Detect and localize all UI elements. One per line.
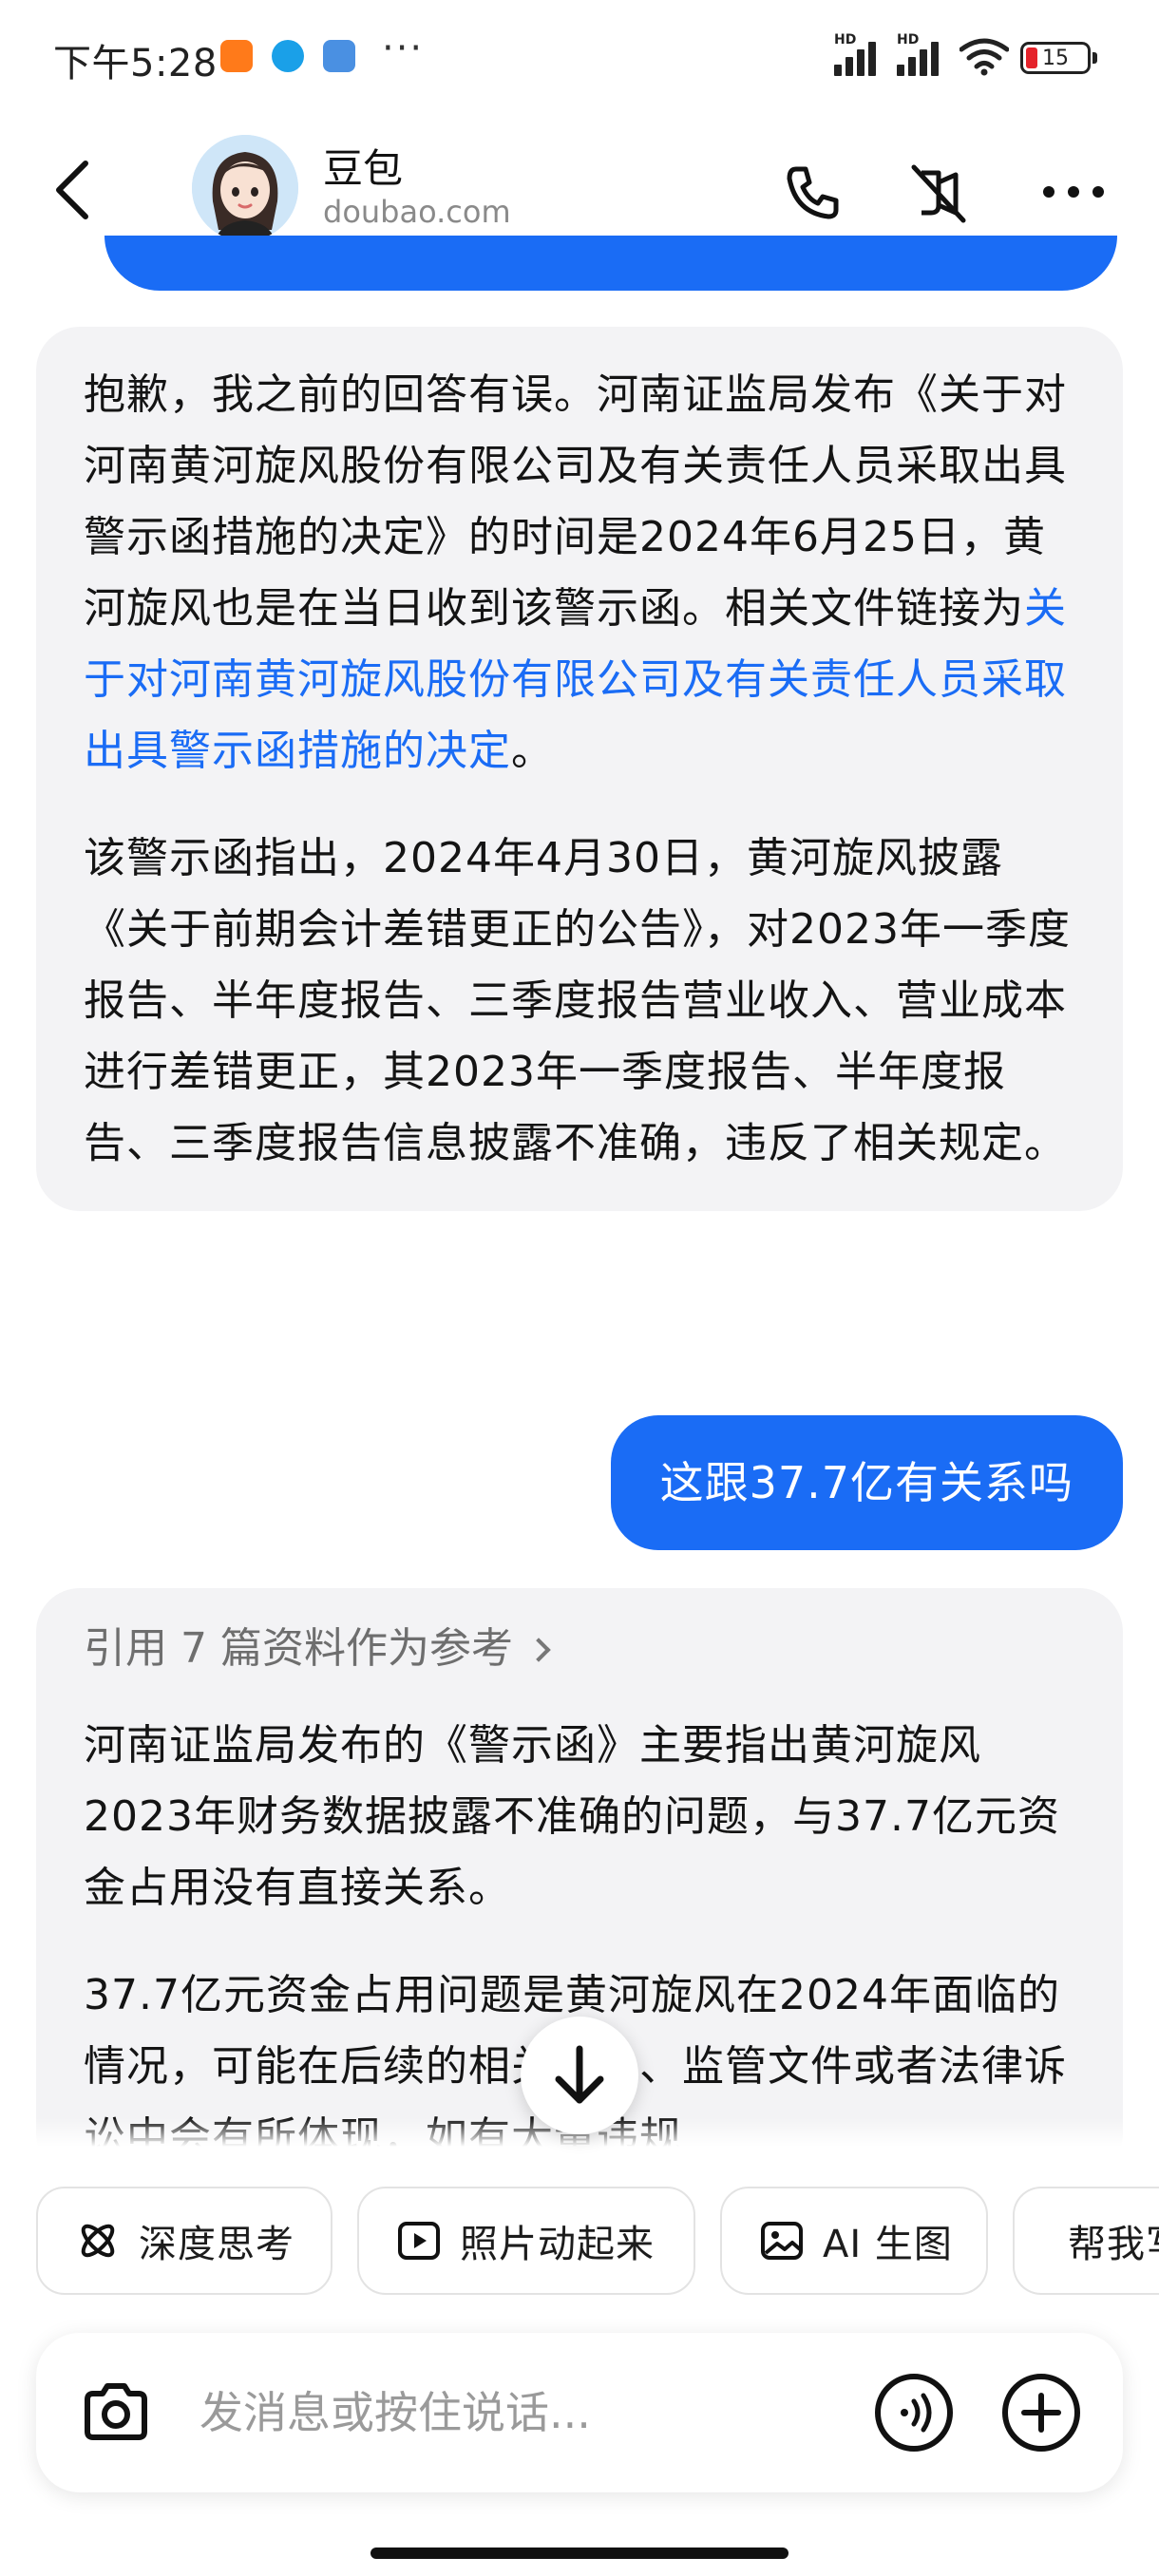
bot-domain: doubao.com: [323, 194, 511, 230]
user-message-bubble: 这跟37.7亿有关系吗: [610, 1415, 1123, 1550]
atom-icon: [81, 2224, 115, 2258]
message-composer: [36, 2333, 1123, 2492]
camera-icon[interactable]: [78, 2375, 154, 2451]
signal-icon: HD: [834, 32, 893, 76]
previous-user-bubble: [104, 236, 1117, 291]
more-options-icon[interactable]: [1036, 154, 1112, 230]
voice-call-icon[interactable]: [872, 2371, 956, 2454]
app-notification-icon: [323, 40, 355, 72]
battery-icon: 15: [1020, 42, 1097, 74]
status-time: 下午5:28: [53, 42, 218, 85]
signal-icon: HD: [897, 32, 956, 76]
bot-avatar[interactable]: [192, 135, 298, 241]
wifi-icon: [960, 38, 1009, 76]
bot-name: 豆包: [323, 145, 404, 192]
ai-message-bubble: 抱歉，我之前的回答有误。河南证监局发布《关于对河南黄河旋风股份有限公司及有关责任…: [36, 327, 1123, 1211]
more-notifications-icon: ···: [382, 27, 425, 70]
home-indicator[interactable]: [370, 2548, 788, 2559]
play-icon: [398, 2222, 440, 2260]
add-attachment-icon[interactable]: [999, 2371, 1083, 2454]
scroll-to-bottom-button[interactable]: [521, 2017, 638, 2134]
speaker-muted-icon[interactable]: [901, 154, 977, 230]
ai-paragraph: 该警示函指出，2024年4月30日，黄河旋风披露《关于前期会计差错更正的公告》，…: [84, 834, 1071, 1167]
chip-animate-photo[interactable]: 照片动起来: [357, 2187, 695, 2295]
chip-help-write[interactable]: 帮我写: [1013, 2187, 1159, 2295]
chip-deep-think[interactable]: 深度思考: [36, 2187, 332, 2295]
app-notification-icon: [272, 40, 304, 72]
ai-paragraph: 抱歉，我之前的回答有误。河南证监局发布《关于对河南黄河旋风股份有限公司及有关责任…: [84, 370, 1067, 775]
references-toggle[interactable]: 引用 7 篇资料作为参考: [84, 1620, 1075, 1677]
image-icon: [761, 2222, 803, 2260]
message-input[interactable]: [200, 2371, 864, 2454]
phone-call-icon[interactable]: [775, 154, 851, 230]
status-bar: 下午5:28 ··· HD HD 15: [0, 0, 1159, 114]
ai-paragraph: 河南证监局发布的《警示函》主要指出黄河旋风2023年财务数据披露不准确的问题，与…: [84, 1721, 1060, 1912]
chevron-right-icon: [526, 1638, 551, 1662]
chip-ai-image[interactable]: AI 生图: [720, 2187, 988, 2295]
battery-level: 15: [1042, 47, 1069, 70]
app-notification-icon: [220, 40, 253, 72]
back-button[interactable]: [42, 152, 108, 228]
avatar-illustration: [192, 135, 298, 241]
